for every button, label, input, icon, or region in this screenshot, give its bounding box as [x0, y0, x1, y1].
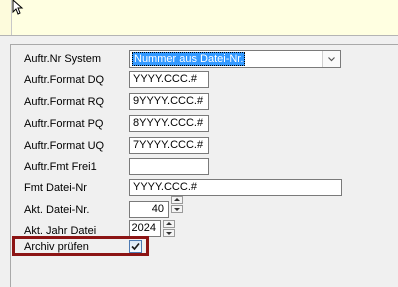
nr-system-label: Auftr.Nr System [24, 53, 102, 65]
format-dq-label: Auftr.Format DQ [24, 74, 105, 86]
chevron-down-icon [328, 57, 335, 62]
format-uq-label: Auftr.Format UQ [24, 140, 105, 152]
format-uq-input[interactable]: 7YYYY.CCC.# [129, 137, 209, 154]
akt-datei-nr-label: Akt. Datei-Nr. [24, 204, 90, 216]
format-dq-input[interactable]: YYYY.CCC.# [129, 71, 209, 88]
akt-jahr-datei-input[interactable]: 2024 [129, 220, 161, 237]
note-text-area[interactable] [0, 0, 398, 36]
spin-down-icon [174, 208, 180, 211]
format-rq-input[interactable]: 9YYYY.CCC.# [129, 93, 209, 110]
spin-up-button[interactable] [163, 220, 175, 228]
spin-up-button[interactable] [171, 196, 183, 204]
format-pq-label: Auftr.Format PQ [24, 118, 104, 130]
note-area-gutter [0, 0, 12, 35]
fmt-datei-nr-input[interactable]: YYYY.CCC.# [129, 179, 342, 196]
format-rq-label: Auftr.Format RQ [24, 96, 105, 108]
spin-down-button[interactable] [171, 205, 183, 213]
spin-down-button[interactable] [163, 229, 175, 237]
dropdown-button[interactable] [322, 51, 340, 67]
format-pq-input[interactable]: 8YYYY.CCC.# [129, 115, 209, 132]
nr-system-selected-value: Nummer aus Datei-Nr. [132, 52, 246, 66]
spin-down-icon [166, 232, 172, 235]
highlight-annotation [12, 236, 149, 256]
akt-datei-nr-input[interactable]: 40 [129, 201, 169, 218]
akt-datei-nr-spinner[interactable] [171, 196, 183, 213]
fmt-datei-nr-label: Fmt Datei-Nr [24, 182, 87, 194]
nr-system-dropdown[interactable]: Nummer aus Datei-Nr. [129, 50, 341, 68]
akt-jahr-datei-spinner[interactable] [163, 220, 175, 237]
mouse-cursor-icon [12, 0, 24, 15]
spin-up-icon [166, 222, 172, 225]
fmt-frei1-input[interactable] [129, 158, 209, 175]
fmt-frei1-label: Auftr.Fmt Frei1 [24, 161, 97, 173]
spin-up-icon [174, 198, 180, 201]
